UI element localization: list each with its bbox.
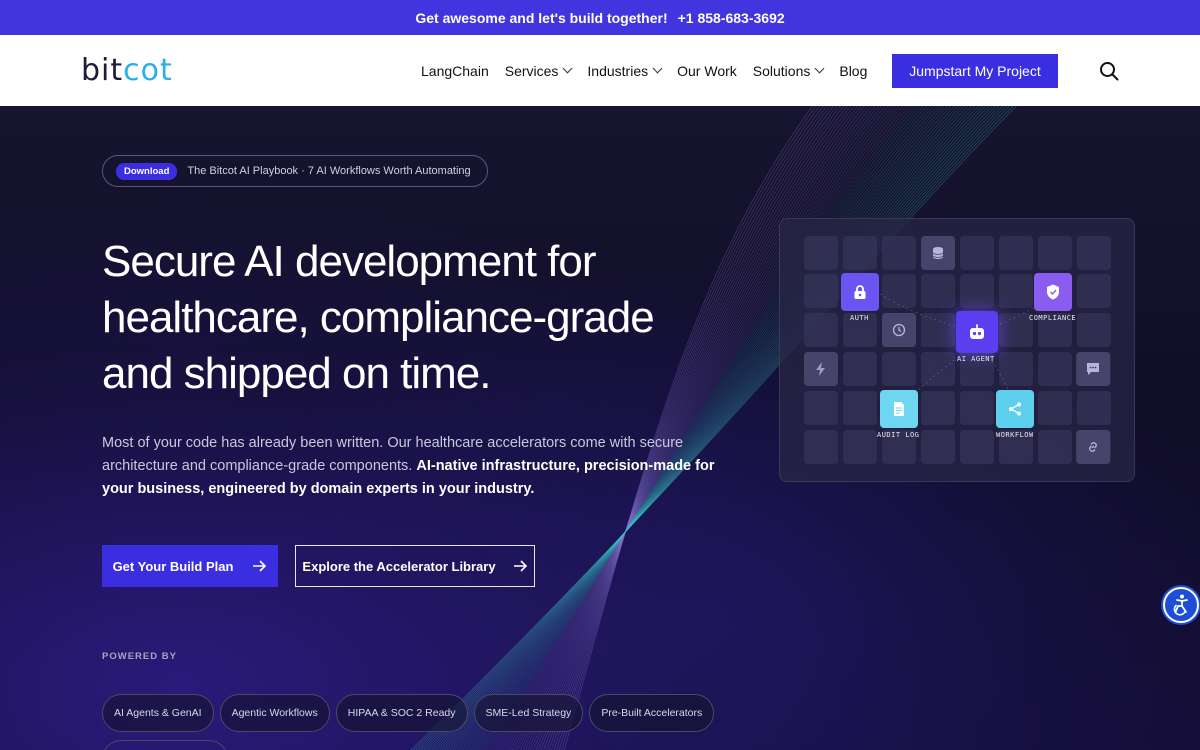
chevron-down-icon [652,63,663,74]
nav-item-industries[interactable]: Industries [587,63,663,79]
document-icon [880,390,918,428]
lightning-icon [804,352,838,386]
tag-item-partial [102,740,228,750]
playbook-download-pill[interactable]: Download The Bitcot AI Playbook · 7 AI W… [102,155,488,187]
accessibility-icon [1173,594,1188,616]
chevron-down-icon [562,63,573,74]
nav-item-langchain[interactable]: LangChain [421,63,489,79]
phone-link[interactable]: +1 858-683-3692 [678,10,785,26]
get-build-plan-button[interactable]: Get Your Build Plan [102,545,278,587]
audit-log-label: AUDIT LOG [877,431,920,439]
ai-architecture-diagram: AUTH COMPLIANCE AI AGENT AUDIT LOG WORKF… [779,218,1135,482]
tag-item: Pre-Built Accelerators [589,694,715,732]
tag-item: AI Agents & GenAI [102,694,214,732]
hero-section: Download The Bitcot AI Playbook · 7 AI W… [0,106,1200,750]
accessibility-button[interactable] [1163,587,1199,623]
chat-icon [1076,352,1110,386]
explore-library-button[interactable]: Explore the Accelerator Library [295,545,535,587]
lock-icon [841,273,879,311]
search-icon[interactable] [1099,61,1119,81]
shield-icon [1034,273,1072,311]
capability-tags: AI Agents & GenAI Agentic Workflows HIPA… [102,694,715,732]
arrow-right-icon [513,560,527,572]
bitcot-logo[interactable]: bitcot [81,53,173,88]
share-icon [996,390,1034,428]
database-icon [921,236,955,270]
ai-agent-label: AI AGENT [957,355,995,363]
arrow-right-icon [253,560,267,572]
playbook-text: The Bitcot AI Playbook · 7 AI Workflows … [187,165,471,177]
hero-headline: Secure AI development for healthcare, co… [102,237,655,398]
link-icon [1076,430,1110,464]
main-navigation: bitcot LangChain Services Industries Our… [0,35,1200,106]
nav-item-solutions[interactable]: Solutions [753,63,825,79]
tag-item: SME-Led Strategy [473,694,584,732]
download-badge: Download [116,162,178,180]
workflow-label: WORKFLOW [996,431,1034,439]
compliance-label: COMPLIANCE [1029,314,1077,322]
nav-item-blog[interactable]: Blog [839,63,867,79]
powered-by-label: POWERED BY [102,651,177,662]
announcement-text: Get awesome and let's build together! [415,9,668,26]
nav-menu: LangChain Services Industries Our Work S… [421,35,883,106]
jumpstart-project-button[interactable]: Jumpstart My Project [892,54,1058,88]
tag-item: HIPAA & SOC 2 Ready [335,694,468,732]
robot-icon [956,311,998,353]
nav-item-services[interactable]: Services [505,63,573,79]
clock-icon [882,313,916,347]
nav-item-our-work[interactable]: Our Work [677,63,737,79]
chevron-down-icon [814,63,825,74]
tag-item: Agentic Workflows [219,694,330,732]
announcement-bar: Get awesome and let's build together! +1… [0,0,1200,35]
hero-description: Most of your code has already been writt… [102,435,715,497]
auth-label: AUTH [850,314,869,322]
